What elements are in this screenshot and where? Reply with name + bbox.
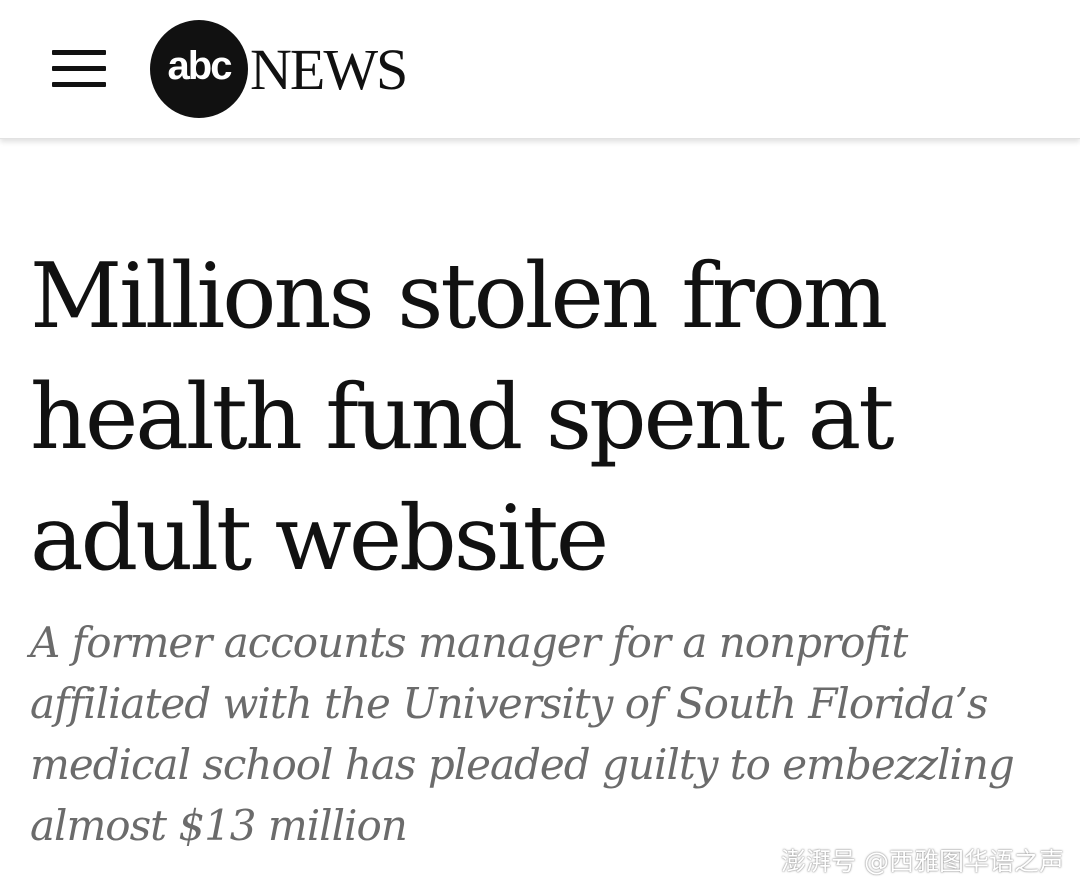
menu-bar-bottom <box>52 82 106 87</box>
menu-bar-top <box>52 50 106 55</box>
site-header: abc NEWS <box>0 0 1080 139</box>
abc-news-logo[interactable]: abc NEWS <box>150 20 450 118</box>
abc-logo-text: abc <box>167 44 233 88</box>
article-headline: Millions stolen from health fund spent a… <box>30 244 895 591</box>
news-logo-text: NEWS <box>250 37 408 102</box>
hamburger-menu-icon[interactable] <box>52 50 106 88</box>
article-subheadline: A former accounts manager for a nonprofi… <box>30 618 1015 850</box>
menu-bar-middle <box>52 66 106 71</box>
watermark: 澎湃号 @西雅图华语之声 <box>781 847 1064 876</box>
